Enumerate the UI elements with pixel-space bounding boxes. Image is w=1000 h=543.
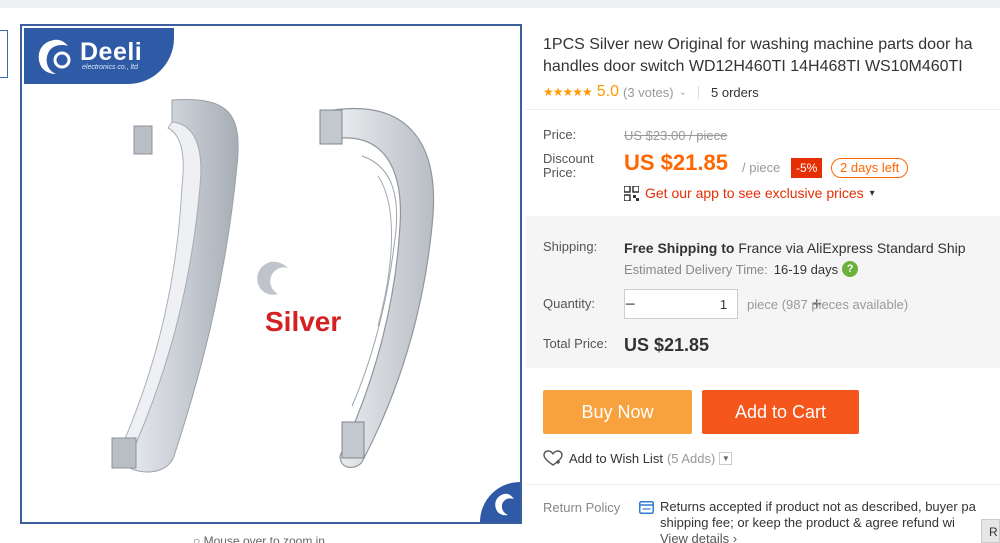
return-policy-text: Returns accepted if product not as descr… — [660, 499, 1000, 531]
return-policy-line-1: Returns accepted if product not as descr… — [660, 499, 976, 514]
total-price: US $21.85 — [624, 335, 710, 355]
shipping-label: Shipping: — [543, 239, 598, 254]
help-icon[interactable]: ? — [842, 261, 859, 277]
return-policy-label: Return Policy — [543, 500, 621, 515]
vote-count[interactable]: (3 votes) — [623, 85, 674, 100]
delivery-estimate: Estimated Delivery Time: 16-19 days ? — [624, 261, 859, 277]
rating-row: ★★★★★ 5.0 (3 votes) ⌄ 5 orders — [543, 82, 759, 102]
est-days: 16-19 days — [773, 261, 839, 277]
chevron-down-icon[interactable]: ▼ — [719, 451, 733, 465]
wishlist-count: (5 Adds) — [666, 450, 716, 466]
product-image[interactable]: Deeli electronics co., ltd Silver — [20, 24, 522, 524]
total-price-label: Total Price: — [543, 336, 608, 351]
buy-now-button[interactable]: Buy Now — [543, 390, 692, 434]
title-line-2: handles door switch WD12H460TI 14H468TI … — [543, 58, 963, 75]
quantity-available: piece (987 pieces available) — [747, 297, 909, 312]
time-left-badge: 2 days left — [831, 158, 909, 178]
divider — [698, 85, 700, 99]
per-unit: / piece — [742, 160, 781, 175]
top-bar — [0, 0, 1000, 8]
heart-icon — [543, 450, 563, 466]
side-floating-button[interactable]: R — [981, 519, 1000, 543]
current-price: US $21.85 — [624, 150, 728, 175]
price-label: Price: — [543, 127, 577, 142]
rating-value: 5.0 — [596, 83, 620, 100]
est-label: Estimated Delivery Time: — [624, 261, 768, 277]
corner-brand-mark — [480, 482, 520, 522]
quantity-label: Quantity: — [543, 296, 596, 311]
discount-price-label-2: Price: — [543, 165, 577, 180]
minus-button[interactable]: − — [625, 290, 636, 318]
discount-price-label-1: Discount — [543, 151, 594, 166]
free-shipping-text: Free Shipping to — [624, 240, 735, 256]
shipping-destination: France via AliExpress Standard Ship — [738, 240, 966, 256]
product-title: 1PCS Silver new Original for washing mac… — [543, 34, 1000, 78]
wishlist-label: Add to Wish List — [569, 450, 663, 466]
title-line-1: 1PCS Silver new Original for washing mac… — [543, 36, 973, 53]
discount-badge: -5% — [791, 158, 823, 178]
divider — [526, 484, 1000, 485]
order-count: 5 orders — [711, 84, 759, 100]
caret-down-icon: ▾ — [869, 187, 875, 199]
qr-code-icon — [624, 185, 639, 201]
add-to-wishlist[interactable]: Add to Wish List (5 Adds) ▼ — [543, 449, 733, 467]
divider — [526, 109, 1000, 110]
shipping-method[interactable]: Free Shipping to France via AliExpress S… — [624, 240, 966, 256]
silver-overlay-text: Silver — [265, 306, 342, 337]
chevron-down-icon[interactable]: ⌄ — [679, 87, 687, 98]
quantity-stepper[interactable]: − + — [624, 289, 822, 319]
app-promo-text: Get our app to see exclusive prices — [645, 185, 864, 201]
view-details-link[interactable]: View details › — [660, 531, 737, 543]
magnifier-icon: ○ — [193, 534, 204, 543]
star-rating-icon: ★★★★★ — [543, 85, 593, 99]
original-price: US $23.00 / piece — [624, 128, 728, 143]
zoom-hint: ○ Mouse over to zoom in — [193, 534, 325, 543]
add-to-cart-button[interactable]: Add to Cart — [702, 390, 859, 434]
corner-swirl-icon — [495, 493, 514, 516]
thumbnail-strip[interactable] — [0, 30, 8, 78]
app-promo-link[interactable]: Get our app to see exclusive prices ▾ — [624, 184, 875, 202]
handles-illustration — [111, 99, 435, 473]
return-policy-icon — [639, 501, 654, 514]
return-policy-line-2: shipping fee; or keep the product & agre… — [660, 515, 955, 530]
